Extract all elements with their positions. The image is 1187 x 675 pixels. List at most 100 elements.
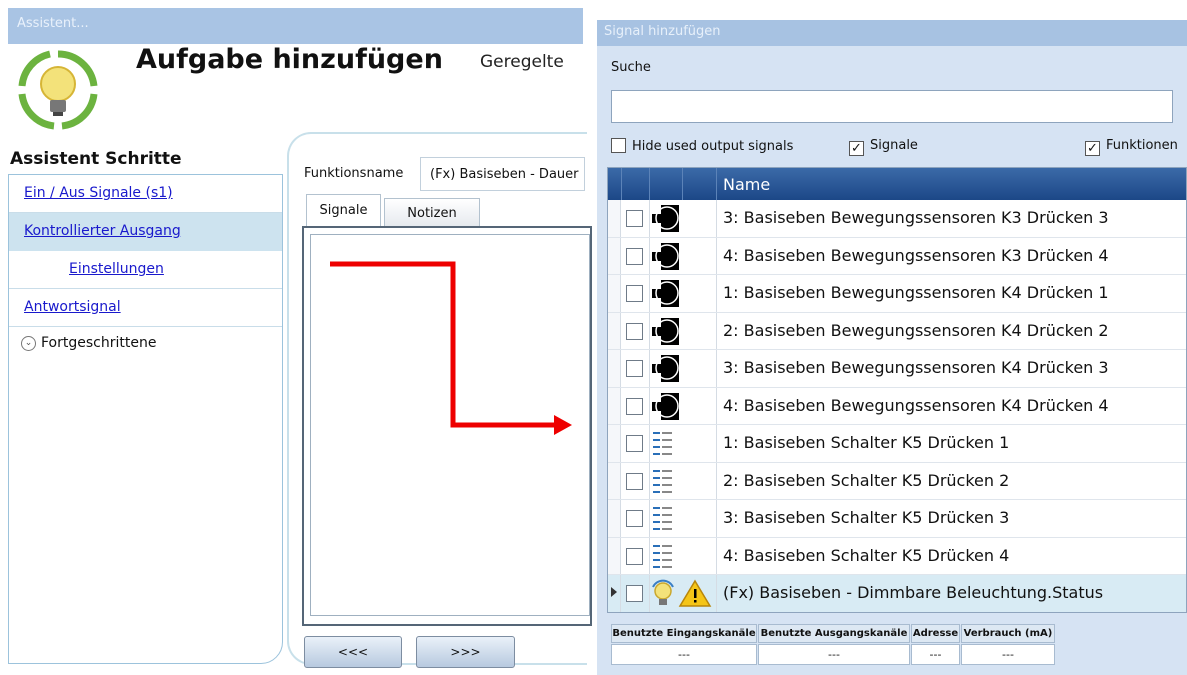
chevron-down-icon[interactable]: ⌄ xyxy=(21,335,36,351)
stats-value-eingangskanaele: --- xyxy=(611,644,757,665)
funktionen-checkbox[interactable]: ✓ Funktionen xyxy=(1085,138,1178,158)
table-row[interactable]: 2: Basiseben Bewegungssensoren K4 Drücke… xyxy=(608,312,1186,350)
row-selector[interactable] xyxy=(608,387,621,424)
row-checkbox[interactable] xyxy=(626,285,643,302)
steps-heading: Assistent Schritte xyxy=(10,149,182,169)
row-selector[interactable] xyxy=(608,350,621,387)
row-selector[interactable] xyxy=(608,200,621,237)
row-expand-arrow-icon[interactable] xyxy=(611,587,617,597)
tab-notizen[interactable]: Notizen xyxy=(384,198,480,228)
motion-sensor-icon xyxy=(650,390,681,422)
row-selector[interactable] xyxy=(608,462,621,499)
column-divider xyxy=(716,425,717,462)
row-label: 3: Basiseben Bewegungssensoren K4 Drücke… xyxy=(723,358,1109,377)
back-button[interactable]: <<< xyxy=(304,636,402,668)
row-selector[interactable] xyxy=(608,237,621,274)
next-button[interactable]: >>> xyxy=(416,636,515,668)
row-checkbox[interactable] xyxy=(626,435,643,452)
lightbulb-warning-icon xyxy=(650,578,716,609)
step-einstellungen[interactable]: Einstellungen xyxy=(9,251,282,289)
channel-stats-table: Benutzte Eingangskanäle Benutzte Ausgang… xyxy=(611,624,1056,665)
column-header-name[interactable]: Name xyxy=(723,175,770,194)
stats-header-eingangskanaele: Benutzte Eingangskanäle xyxy=(611,624,757,643)
stats-header-adresse: Adresse xyxy=(911,624,960,643)
table-row[interactable]: (Fx) Basiseben - Dimmbare Beleuchtung.St… xyxy=(608,575,1186,612)
signale-checkbox[interactable]: ✓ Signale xyxy=(849,138,918,158)
hide-used-output-signals-checkbox[interactable]: Hide used output signals xyxy=(611,138,793,158)
search-label: Suche xyxy=(611,60,651,75)
funktionen-checkbox-label: Funktionen xyxy=(1106,138,1178,153)
table-row[interactable]: 3: Basiseben Bewegungssensoren K3 Drücke… xyxy=(608,200,1186,238)
row-checkbox[interactable] xyxy=(626,510,643,527)
table-row[interactable]: 1: Basiseben Bewegungssensoren K4 Drücke… xyxy=(608,275,1186,313)
checkmark-icon[interactable]: ✓ xyxy=(849,141,864,156)
row-selector[interactable] xyxy=(608,537,621,574)
step-antwortsignal[interactable]: Antwortsignal xyxy=(9,289,282,327)
row-checkbox[interactable] xyxy=(626,247,643,265)
row-selector[interactable] xyxy=(608,425,621,462)
wizard-title-bar: Assistent... xyxy=(8,8,583,44)
row-selector[interactable] xyxy=(608,275,621,312)
row-checkbox[interactable] xyxy=(626,397,643,415)
row-label: 4: Basiseben Bewegungssensoren K3 Drücke… xyxy=(723,245,1109,265)
step-antwortsignal-link[interactable]: Antwortsignal xyxy=(24,299,121,315)
step-kontrollierter-ausgang[interactable]: Kontrollierter Ausgang xyxy=(9,213,282,251)
step-kontrollierter-ausgang-link[interactable]: Kontrollierter Ausgang xyxy=(24,223,181,239)
row-checkbox[interactable] xyxy=(626,547,643,565)
step-einstellungen-link[interactable]: Einstellungen xyxy=(69,261,164,277)
stats-value-verbrauch: --- xyxy=(961,644,1055,665)
switch-module-icon xyxy=(650,540,681,572)
step-ein-aus-signale[interactable]: Ein / Aus Signale (s1) xyxy=(9,175,282,213)
tab-signale[interactable]: Signale xyxy=(306,194,381,228)
wizard-steps-panel: Ein / Aus Signale (s1) Kontrollierter Au… xyxy=(8,174,283,664)
row-checkbox[interactable] xyxy=(626,210,643,227)
table-row[interactable]: 3: Basiseben Bewegungssensoren K4 Drücke… xyxy=(608,350,1186,388)
row-selector[interactable] xyxy=(608,575,621,612)
column-divider xyxy=(716,275,717,312)
column-divider xyxy=(716,537,717,574)
lightbulb-cycle-logo-icon xyxy=(18,50,98,130)
row-label: 3: Basiseben Schalter K5 Drücken 3 xyxy=(723,508,1010,527)
grid-header-cell xyxy=(608,168,622,200)
row-checkbox[interactable] xyxy=(626,585,643,602)
page-title: Aufgabe hinzufügen xyxy=(136,44,443,75)
step-fortgeschrittene[interactable]: ⌄ Fortgeschrittene xyxy=(9,327,282,365)
column-divider xyxy=(716,575,717,612)
row-checkbox[interactable] xyxy=(626,322,643,340)
hide-used-output-signals-label: Hide used output signals xyxy=(632,139,794,154)
function-name-field[interactable]: (Fx) Basiseben - Dauer xyxy=(420,157,585,191)
function-name-label: Funktionsname xyxy=(304,166,404,181)
stats-value-ausgangskanaele: --- xyxy=(758,644,910,665)
stats-header-ausgangskanaele: Benutzte Ausgangskanäle xyxy=(758,624,910,643)
signals-drop-area[interactable] xyxy=(310,234,590,616)
step-fortgeschrittene-label: Fortgeschrittene xyxy=(41,335,157,351)
table-row[interactable]: 2: Basiseben Schalter K5 Drücken 2 xyxy=(608,462,1186,500)
row-selector[interactable] xyxy=(608,312,621,349)
row-selector[interactable] xyxy=(608,500,621,537)
column-divider xyxy=(716,387,717,424)
motion-sensor-icon xyxy=(650,240,681,272)
row-checkbox[interactable] xyxy=(626,472,643,490)
table-row[interactable]: 4: Basiseben Bewegungssensoren K3 Drücke… xyxy=(608,237,1186,275)
table-row[interactable]: 4: Basiseben Bewegungssensoren K4 Drücke… xyxy=(608,387,1186,425)
checkmark-icon[interactable]: ✓ xyxy=(1085,141,1100,156)
row-label: 2: Basiseben Schalter K5 Drücken 2 xyxy=(723,470,1010,490)
motion-sensor-icon xyxy=(650,315,681,347)
column-divider xyxy=(716,462,717,499)
table-row[interactable]: 1: Basiseben Schalter K5 Drücken 1 xyxy=(608,425,1186,463)
row-label: (Fx) Basiseben - Dimmbare Beleuchtung.St… xyxy=(723,583,1104,602)
table-row[interactable]: 4: Basiseben Schalter K5 Drücken 4 xyxy=(608,537,1186,575)
checkbox-unchecked[interactable] xyxy=(611,138,626,153)
stats-header-verbrauch: Verbrauch (mA) xyxy=(961,624,1055,643)
search-input[interactable] xyxy=(611,90,1173,123)
row-label: 4: Basiseben Schalter K5 Drücken 4 xyxy=(723,545,1010,565)
step-ein-aus-signale-link[interactable]: Ein / Aus Signale (s1) xyxy=(24,185,173,201)
column-divider xyxy=(716,350,717,387)
motion-sensor-icon xyxy=(650,278,681,309)
table-row[interactable]: 3: Basiseben Schalter K5 Drücken 3 xyxy=(608,500,1186,538)
row-checkbox[interactable] xyxy=(626,360,643,377)
motion-sensor-icon xyxy=(650,353,681,384)
column-divider xyxy=(716,237,717,274)
signal-grid: Name 3: Basiseben Bewegungssensoren K3 D… xyxy=(607,167,1187,613)
column-divider xyxy=(716,500,717,537)
